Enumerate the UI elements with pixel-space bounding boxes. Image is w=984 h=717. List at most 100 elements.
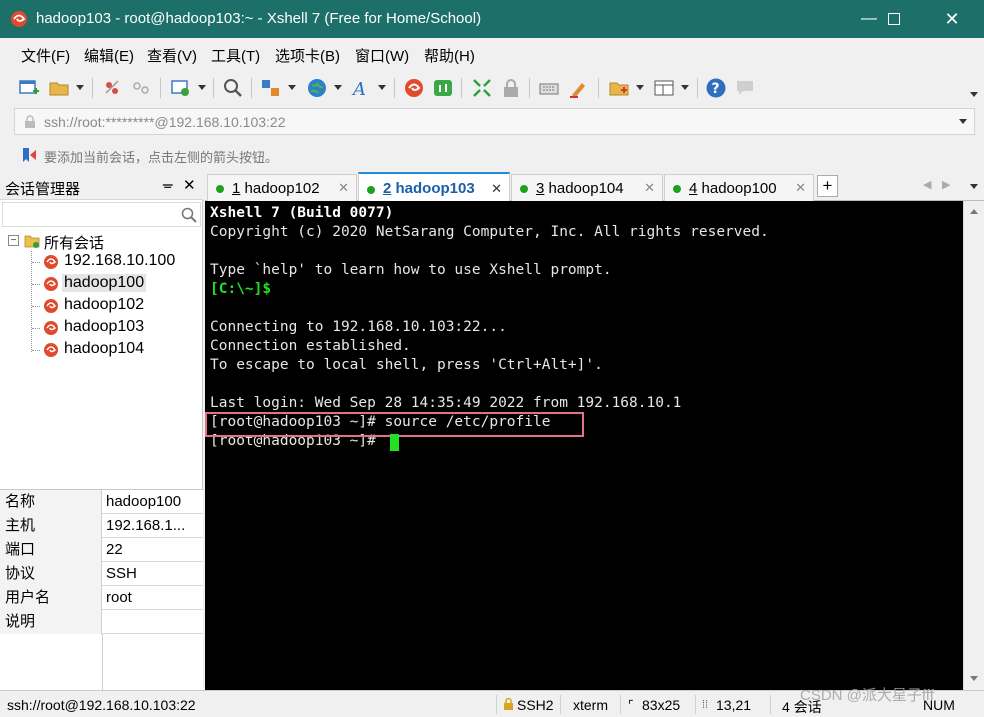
address-dropdown-icon[interactable] <box>959 119 967 124</box>
menu-view[interactable]: 查看(V) <box>147 45 197 66</box>
find-icon[interactable] <box>222 77 244 99</box>
session-item[interactable]: 192.168.10.100 <box>32 251 186 273</box>
session-icon <box>44 255 58 269</box>
bookmark-arrow-icon[interactable] <box>20 146 38 164</box>
keyboard-icon[interactable] <box>538 77 560 99</box>
terminal-screen[interactable]: Xshell 7 (Build 0077) Copyright (c) 2020… <box>205 201 963 690</box>
menu-tools[interactable]: 工具(T) <box>211 45 260 66</box>
toolbar-separator <box>394 78 395 98</box>
reconnect-icon[interactable] <box>101 77 123 99</box>
property-row: 名称 hadoop100 <box>0 490 203 514</box>
cursor-position-icon: ⁞⁞ <box>702 699 709 711</box>
collapse-icon[interactable]: − <box>8 235 19 246</box>
chat-icon[interactable] <box>734 77 756 99</box>
address-bar[interactable]: ssh://root:*********@192.168.10.103:22 <box>14 108 975 135</box>
tab-scroll-left-icon[interactable]: ◀ <box>923 178 931 191</box>
maximize-button[interactable] <box>871 0 917 38</box>
property-row: 协议 SSH <box>0 562 203 586</box>
scroll-down-icon[interactable] <box>970 676 978 681</box>
globe-dropdown-icon[interactable] <box>334 85 342 90</box>
menu-edit[interactable]: 编辑(E) <box>84 45 134 66</box>
status-separator <box>695 695 696 714</box>
title-bar: hadoop103 - root@hadoop103:~ - Xshell 7 … <box>0 0 984 38</box>
status-protocol: SSH2 <box>517 697 554 713</box>
tab-list-dropdown-icon[interactable] <box>970 184 978 189</box>
status-terminal-type: xterm <box>573 697 608 713</box>
property-value <box>106 610 201 634</box>
terminal-cursor <box>390 434 399 451</box>
font-icon[interactable]: A <box>351 77 373 99</box>
menu-window[interactable]: 窗口(W) <box>355 45 409 66</box>
property-key: 名称 <box>0 490 102 514</box>
property-key: 说明 <box>0 610 102 634</box>
tab-label: 4 hadoop100 <box>689 180 777 197</box>
tree-root-label: 所有会话 <box>44 235 105 252</box>
session-item-selected[interactable]: hadoop100 <box>32 273 186 295</box>
new-folder-icon[interactable] <box>608 77 630 99</box>
tab-hadoop104[interactable]: 3 hadoop104 ✕ <box>511 174 663 201</box>
pin-icon[interactable]: ᚚ <box>163 176 173 193</box>
layout-dropdown-icon[interactable] <box>681 85 689 90</box>
tree-root-all-sessions[interactable]: − 所有会话 <box>4 232 194 252</box>
disconnect-icon[interactable] <box>130 77 152 99</box>
property-key: 主机 <box>0 514 102 538</box>
properties-icon[interactable] <box>170 77 192 99</box>
session-tab-strip: 1 hadoop102 ✕ 2 hadoop103 ✕ 3 hadoop104 … <box>205 172 984 201</box>
transfer-icon[interactable] <box>260 77 282 99</box>
tab-close-icon[interactable]: ✕ <box>491 181 502 197</box>
address-input[interactable]: ssh://root:*********@192.168.10.103:22 <box>44 114 286 130</box>
font-dropdown-icon[interactable] <box>378 85 386 90</box>
tab-label: 1 hadoop102 <box>232 180 320 197</box>
menu-bar: 文件(F) 编辑(E) 查看(V) 工具(T) 选项卡(B) 窗口(W) 帮助(… <box>0 38 984 70</box>
lock-icon[interactable] <box>500 77 522 99</box>
terminal-scrollbar[interactable] <box>963 201 984 690</box>
status-separator <box>620 695 621 714</box>
tab-close-icon[interactable]: ✕ <box>644 180 655 196</box>
xshell-icon[interactable] <box>403 77 425 99</box>
tab-hadoop103[interactable]: 2 hadoop103 ✕ <box>358 172 510 201</box>
close-button[interactable]: ✕ <box>929 0 975 38</box>
toolbar: A ? <box>0 70 984 106</box>
tab-scroll-right-icon[interactable]: ▶ <box>942 178 950 191</box>
session-item[interactable]: hadoop104 <box>32 339 186 361</box>
transfer-dropdown-icon[interactable] <box>288 85 296 90</box>
status-separator <box>496 695 497 714</box>
session-icon <box>44 321 58 335</box>
tab-close-icon[interactable]: ✕ <box>338 180 349 196</box>
scroll-up-icon[interactable] <box>970 209 978 214</box>
globe-icon[interactable] <box>306 77 328 99</box>
close-panel-icon[interactable]: ✕ <box>183 176 196 194</box>
session-search-input[interactable] <box>2 202 201 227</box>
toolbar-overflow-icon[interactable] <box>970 92 978 97</box>
menu-help[interactable]: 帮助(H) <box>424 45 475 66</box>
highlight-pen-icon[interactable] <box>568 77 590 99</box>
xftp-icon[interactable] <box>432 77 454 99</box>
menu-tabs[interactable]: 选项卡(B) <box>275 45 340 66</box>
help-icon[interactable]: ? <box>705 77 727 99</box>
property-row: 说明 <box>0 610 203 634</box>
open-folder-icon[interactable] <box>48 77 70 99</box>
xshell-logo-icon <box>11 11 27 27</box>
new-tab-button[interactable]: + <box>817 175 838 197</box>
toolbar-separator <box>697 78 698 98</box>
menu-file[interactable]: 文件(F) <box>21 45 70 66</box>
window-title: hadoop103 - root@hadoop103:~ - Xshell 7 … <box>36 10 482 27</box>
tab-hadoop100[interactable]: 4 hadoop100 ✕ <box>664 174 814 201</box>
terminal-line: Copyright (c) 2020 NetSarang Computer, I… <box>210 224 769 240</box>
tab-close-icon[interactable]: ✕ <box>795 180 806 196</box>
folder-icon <box>24 235 40 248</box>
session-item[interactable]: hadoop103 <box>32 317 186 339</box>
properties-column-divider <box>102 634 103 691</box>
tree-connector <box>31 251 32 352</box>
properties-dropdown-icon[interactable] <box>198 85 206 90</box>
property-value: hadoop100 <box>106 493 182 510</box>
layout-icon[interactable] <box>653 77 675 99</box>
open-dropdown-icon[interactable] <box>76 85 84 90</box>
fullscreen-icon[interactable] <box>471 77 493 99</box>
new-session-icon[interactable] <box>18 77 40 99</box>
session-item[interactable]: hadoop102 <box>32 295 186 317</box>
folder-dropdown-icon[interactable] <box>636 85 644 90</box>
status-separator <box>560 695 561 714</box>
tab-hadoop102[interactable]: 1 hadoop102 ✕ <box>207 174 357 201</box>
session-manager-header: 会话管理器 ᚚ ✕ <box>0 172 203 200</box>
